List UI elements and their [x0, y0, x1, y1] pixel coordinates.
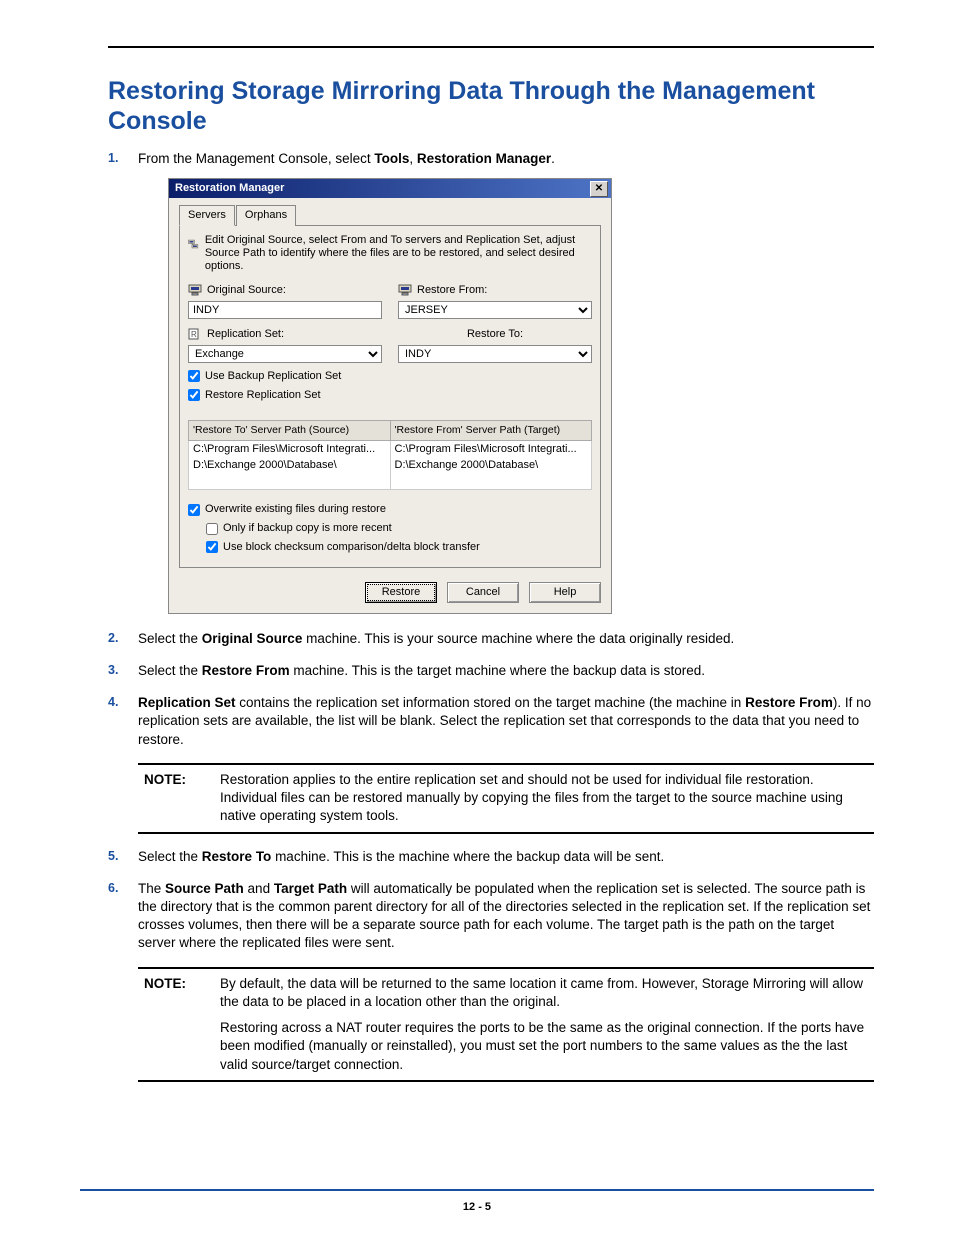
step-1: From the Management Console, select Tool… — [108, 150, 874, 614]
note-label: NOTE: — [144, 975, 206, 1011]
step-4: Replication Set contains the replication… — [108, 694, 874, 833]
col-source-header: 'Restore To' Server Path (Source) — [189, 421, 391, 440]
replication-set-label: Replication Set: — [207, 327, 284, 342]
restore-button[interactable]: Restore — [365, 582, 437, 603]
col-target-header: 'Restore From' Server Path (Target) — [390, 421, 592, 440]
step-6: The Source Path and Target Path will aut… — [108, 880, 874, 1082]
close-icon[interactable]: ✕ — [590, 181, 608, 197]
bottom-rule — [80, 1189, 874, 1191]
restore-to-label: Restore To: — [467, 327, 523, 342]
restore-to-select[interactable]: INDY — [398, 345, 592, 363]
cancel-button[interactable]: Cancel — [447, 582, 519, 603]
dialog-title: Restoration Manager — [175, 181, 284, 196]
server-icon — [188, 284, 202, 296]
help-button[interactable]: Help — [529, 582, 601, 603]
only-recent-checkbox[interactable]: Only if backup copy is more recent — [206, 521, 592, 536]
note-text: By default, the data will be returned to… — [220, 975, 868, 1011]
paths-table: 'Restore To' Server Path (Source) 'Resto… — [188, 420, 592, 490]
table-row — [189, 474, 592, 490]
top-rule — [108, 46, 874, 48]
checksum-checkbox[interactable]: Use block checksum comparison/delta bloc… — [206, 540, 592, 555]
page-title: Restoring Storage Mirroring Data Through… — [108, 76, 874, 136]
replication-set-select[interactable]: Exchange — [188, 345, 382, 363]
restore-repset-checkbox[interactable]: Restore Replication Set — [188, 388, 382, 403]
table-row[interactable]: D:\Exchange 2000\Database\ D:\Exchange 2… — [189, 457, 592, 474]
overwrite-checkbox[interactable]: Overwrite existing files during restore — [188, 502, 592, 517]
step-2: Select the Original Source machine. This… — [108, 630, 874, 648]
note-text: Restoring across a NAT router requires t… — [220, 1019, 868, 1074]
server-icon — [398, 284, 412, 296]
svg-text:R: R — [191, 330, 197, 339]
tab-servers[interactable]: Servers — [179, 205, 235, 226]
step-5: Select the Restore To machine. This is t… — [108, 848, 874, 866]
servers-icon — [188, 234, 199, 256]
dialog-titlebar: Restoration Manager ✕ — [169, 179, 611, 198]
original-source-input[interactable]: INDY — [188, 301, 382, 319]
note-label: NOTE: — [144, 771, 206, 826]
page-number: 12 - 5 — [0, 1201, 954, 1213]
tab-orphans[interactable]: Orphans — [236, 205, 296, 226]
restore-from-label: Restore From: — [417, 283, 487, 298]
restore-from-select[interactable]: JERSEY — [398, 301, 592, 319]
replset-icon: R — [188, 328, 202, 340]
table-row[interactable]: C:\Program Files\Microsoft Integrati... … — [189, 440, 592, 457]
note-text: Restoration applies to the entire replic… — [220, 771, 868, 826]
dialog-intro: Edit Original Source, select From and To… — [205, 234, 592, 273]
use-backup-repset-checkbox[interactable]: Use Backup Replication Set — [188, 369, 382, 384]
restoration-dialog: Restoration Manager ✕ Servers Orphans — [168, 178, 612, 614]
step-3: Select the Restore From machine. This is… — [108, 662, 874, 680]
original-source-label: Original Source: — [207, 283, 286, 298]
